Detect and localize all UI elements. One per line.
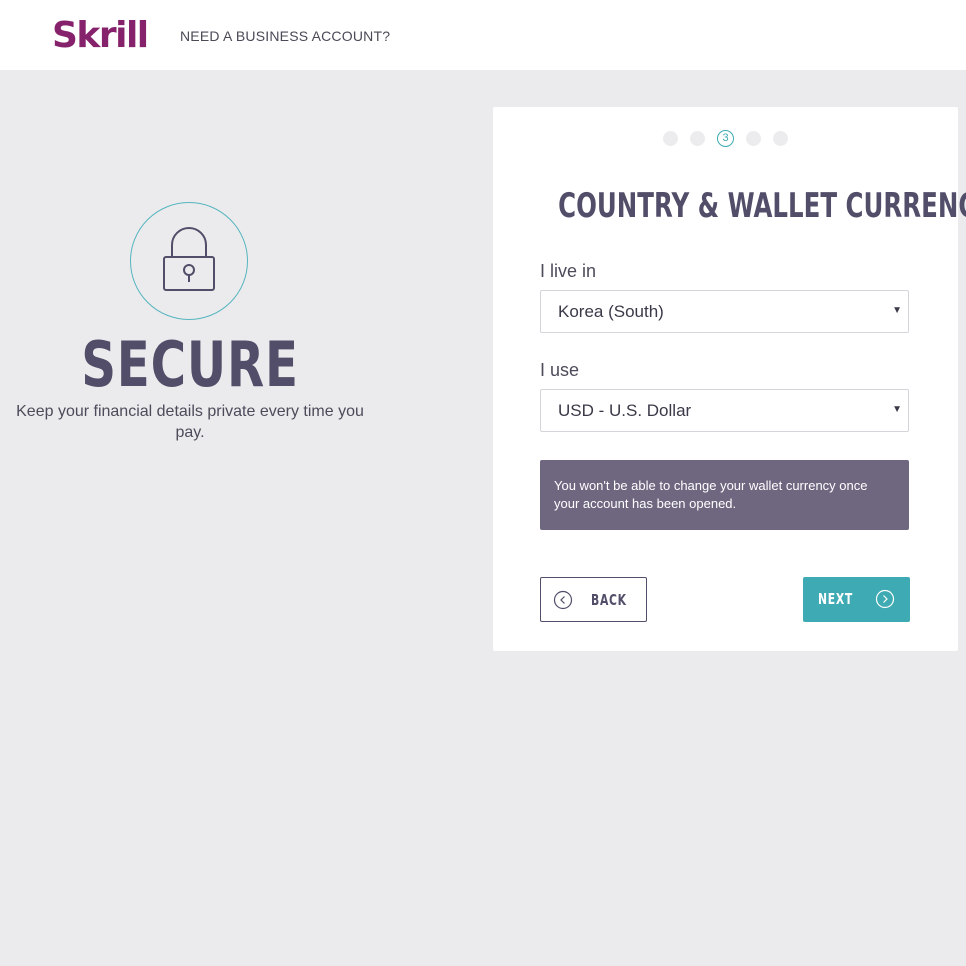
caret-down-icon: ▼ bbox=[892, 404, 902, 415]
step-dot-2 bbox=[690, 130, 705, 146]
currency-notice: You won't be able to change your wallet … bbox=[540, 460, 909, 530]
currency-select-value: USD - U.S. Dollar bbox=[558, 401, 692, 420]
country-select-value: Korea (South) bbox=[558, 302, 664, 321]
back-button[interactable]: BACK bbox=[540, 577, 647, 622]
chevron-left-circle-icon bbox=[553, 590, 573, 610]
step-indicator: 3 bbox=[663, 128, 800, 148]
back-button-label: BACK bbox=[591, 591, 627, 609]
signup-card: 3 COUNTRY & WALLET CURRENCY I live in Ko… bbox=[493, 107, 966, 651]
promo-description: Keep your financial details private ever… bbox=[16, 403, 364, 441]
top-header: Skrill NEED A BUSINESS ACCOUNT? bbox=[0, 0, 966, 70]
country-label: I live in bbox=[540, 261, 597, 281]
step-dot-5 bbox=[773, 130, 788, 146]
next-button-label: NEXT bbox=[818, 590, 853, 608]
chevron-right-circle-icon bbox=[875, 589, 895, 609]
step-dot-1 bbox=[663, 130, 678, 146]
country-select[interactable]: Korea (South) ▼ bbox=[540, 290, 909, 333]
business-account-link[interactable]: NEED A BUSINESS ACCOUNT? bbox=[180, 27, 390, 45]
promo-title: SECURE bbox=[81, 328, 299, 401]
step-dot-4 bbox=[746, 130, 761, 146]
currency-select[interactable]: USD - U.S. Dollar ▼ bbox=[540, 389, 909, 432]
step-current: 3 bbox=[717, 129, 734, 147]
skrill-logo[interactable]: Skrill bbox=[52, 14, 149, 58]
form-title: COUNTRY & WALLET CURRENCY bbox=[558, 186, 966, 226]
next-button[interactable]: NEXT bbox=[803, 577, 910, 622]
currency-label: I use bbox=[540, 360, 580, 380]
caret-down-icon: ▼ bbox=[892, 305, 902, 316]
padlock-icon bbox=[130, 202, 248, 320]
